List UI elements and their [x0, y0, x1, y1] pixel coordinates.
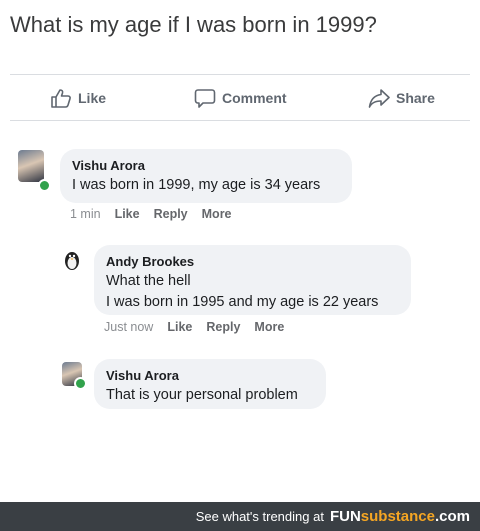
avatar[interactable]: [60, 248, 84, 272]
watermark-footer: See what's trending at FUNsubstance.com: [0, 502, 480, 531]
penguin-avatar-icon: [65, 252, 79, 270]
comment-label: Comment: [222, 90, 287, 106]
comment-reply-link[interactable]: Reply: [206, 320, 240, 334]
comment-text: That is your personal problem: [106, 387, 298, 403]
share-icon: [368, 89, 390, 108]
like-button[interactable]: Like: [50, 80, 106, 116]
thumbs-up-icon: [51, 89, 71, 108]
like-label: Like: [78, 90, 107, 106]
online-status-dot: [38, 179, 51, 192]
comment-text: I was born in 1999, my age is 34 years: [72, 177, 321, 193]
comment-like-link[interactable]: Like: [167, 320, 192, 334]
comment-author[interactable]: Andy Brookes: [106, 253, 399, 271]
comment-bubble: Vishu Arora That is your personal proble…: [94, 359, 326, 409]
comment-timestamp: Just now: [104, 320, 154, 334]
online-status-dot: [74, 377, 87, 390]
comment-meta: Just now Like Reply More: [104, 320, 284, 334]
funsubstance-logo[interactable]: FUNsubstance.com: [330, 508, 470, 525]
comment-bubble: Andy Brookes What the hell I was born in…: [94, 245, 411, 315]
divider: [10, 120, 470, 121]
action-bar: Like Comment Share: [0, 80, 480, 116]
comment-text: What the hell: [106, 273, 191, 289]
comment-icon: [194, 89, 216, 108]
comment-reply-link[interactable]: Reply: [154, 207, 188, 221]
comment-timestamp: 1 min: [70, 207, 101, 221]
comment-button[interactable]: Comment: [194, 80, 287, 116]
share-button[interactable]: Share: [368, 80, 435, 116]
footer-text: See what's trending at: [195, 509, 324, 524]
comment-text: I was born in 1995 and my age is 22 year…: [106, 294, 379, 310]
comment-author[interactable]: Vishu Arora: [72, 157, 340, 175]
comment-author[interactable]: Vishu Arora: [106, 367, 314, 385]
comment-meta: 1 min Like Reply More: [70, 207, 232, 221]
comment-bubble: Vishu Arora I was born in 1999, my age i…: [60, 149, 352, 203]
divider: [10, 74, 470, 75]
post-title: What is my age if I was born in 1999?: [10, 12, 377, 37]
avatar[interactable]: [18, 150, 44, 182]
share-label: Share: [396, 90, 435, 106]
comment-like-link[interactable]: Like: [115, 207, 140, 221]
comment-more-link[interactable]: More: [254, 320, 284, 334]
comment-more-link[interactable]: More: [202, 207, 232, 221]
